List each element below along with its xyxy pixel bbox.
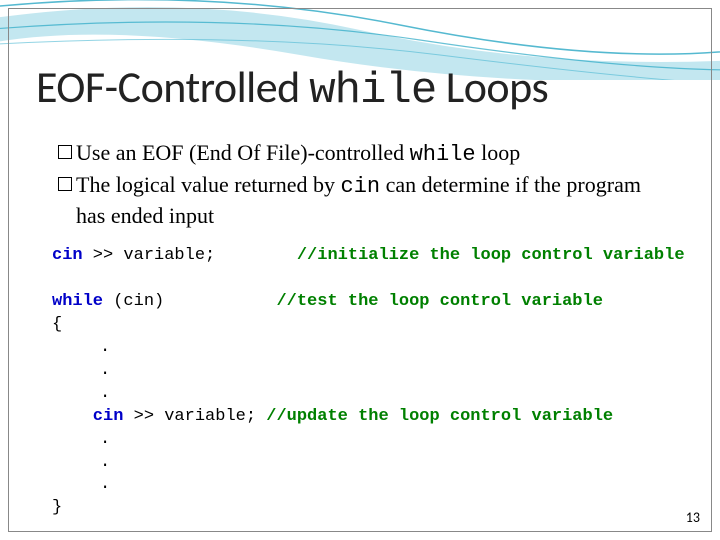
code-comment: //test the loop control variable (276, 292, 602, 311)
code-ellipsis: . (52, 384, 110, 403)
code-ellipsis: . (52, 475, 110, 494)
square-bullet-icon (58, 177, 72, 191)
code-comment: //update the loop control variable (266, 407, 613, 426)
code-text: (cin) (103, 292, 164, 311)
code-text: >> variable; (123, 407, 266, 426)
code-ellipsis: . (52, 361, 110, 380)
bullet-text: Use an EOF (End Of File)-controlled whil… (76, 138, 520, 170)
page-number: 13 (686, 509, 700, 526)
code-keyword: cin (52, 407, 123, 426)
square-bullet-icon (58, 145, 72, 159)
code-ellipsis: . (52, 430, 110, 449)
bullet-list: Use an EOF (End Of File)-controlled whil… (58, 138, 670, 231)
code-comment: //initialize the loop control variable (297, 246, 685, 265)
bullet-item: The logical value returned by cin can de… (58, 170, 670, 231)
code-keyword: cin (52, 246, 83, 265)
bullet-mono: cin (341, 174, 381, 199)
code-ellipsis: . (52, 453, 110, 472)
bullet-text: The logical value returned by cin can de… (76, 170, 670, 231)
code-brace: } (52, 498, 62, 517)
code-example: cin >> variable; //initialize the loop c… (52, 245, 690, 520)
bullet-pre: The logical value returned by (76, 172, 341, 197)
title-pre: EOF-Controlled (36, 60, 309, 114)
code-brace: { (52, 315, 62, 334)
bullet-item: Use an EOF (End Of File)-controlled whil… (58, 138, 670, 170)
code-ellipsis: . (52, 338, 110, 357)
bullet-post: loop (476, 140, 521, 165)
slide-content: EOF-Controlled while Loops Use an EOF (E… (0, 0, 720, 540)
code-text: >> variable; (83, 246, 216, 265)
slide-title: EOF-Controlled while Loops (36, 60, 690, 116)
code-keyword: while (52, 292, 103, 311)
title-mono: while (309, 66, 436, 116)
title-post: Loops (436, 60, 548, 114)
bullet-pre: Use an EOF (End Of File)-controlled (76, 140, 410, 165)
bullet-mono: while (410, 142, 476, 167)
